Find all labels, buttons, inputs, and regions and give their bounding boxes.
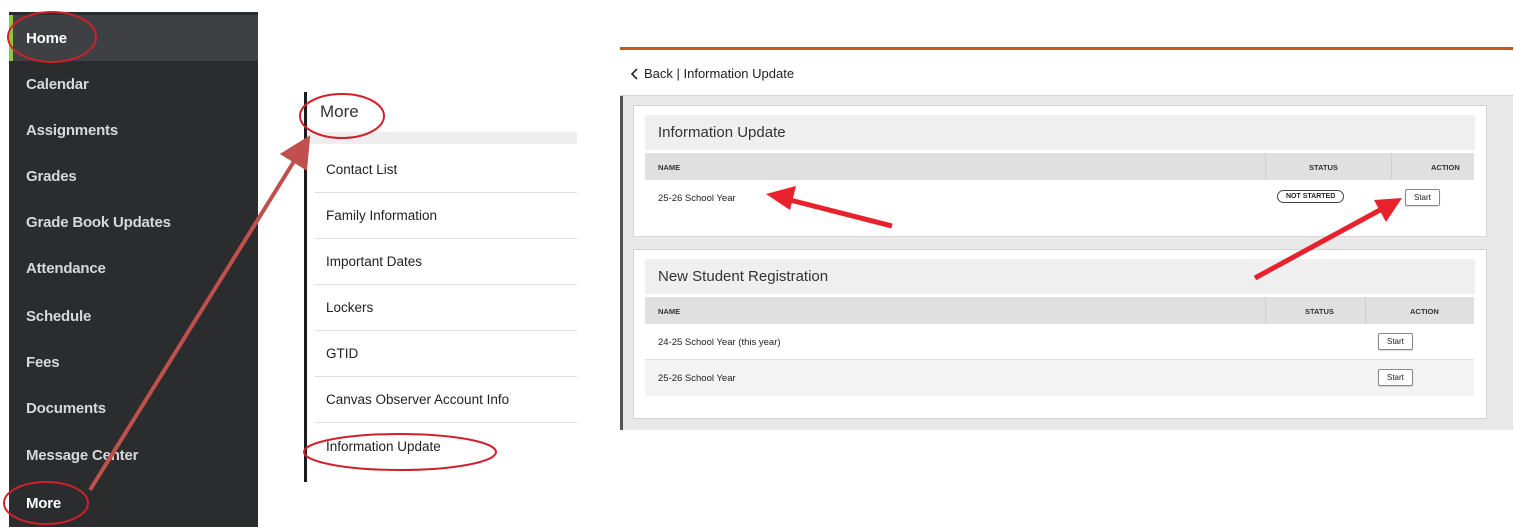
page-header: Back | Information Update bbox=[620, 50, 1513, 96]
sidebar-item-label: Attendance bbox=[26, 259, 106, 277]
sidebar-item-label: More bbox=[26, 494, 62, 512]
more-item-gtid[interactable]: GTID bbox=[315, 331, 577, 377]
column-header-status: STATUS bbox=[1309, 163, 1338, 172]
column-header-name: NAME bbox=[658, 307, 681, 316]
sidebar-item-home[interactable]: Home bbox=[9, 15, 258, 61]
sidebar-item-grade-book-updates[interactable]: Grade Book Updates bbox=[9, 199, 258, 245]
sidebar-item-calendar[interactable]: Calendar bbox=[9, 61, 258, 107]
card-title: New Student Registration bbox=[645, 259, 1475, 294]
row-name: 25-26 School Year bbox=[658, 373, 736, 384]
sidebar-item-fees[interactable]: Fees bbox=[9, 339, 258, 385]
sidebar-item-label: Fees bbox=[26, 353, 60, 371]
column-divider bbox=[1265, 153, 1266, 180]
column-header-name: NAME bbox=[658, 163, 681, 172]
more-item-canvas-observer-account-info[interactable]: Canvas Observer Account Info bbox=[315, 377, 577, 423]
column-header-action: ACTION bbox=[1410, 307, 1439, 316]
panel-edge bbox=[620, 96, 623, 430]
table-row: 25-26 School Year Start bbox=[645, 360, 1474, 396]
more-item-family-information[interactable]: Family Information bbox=[315, 193, 577, 239]
start-button[interactable]: Start bbox=[1378, 369, 1413, 386]
new-student-registration-card: New Student Registration NAME STATUS ACT… bbox=[633, 249, 1487, 419]
sidebar-item-documents[interactable]: Documents bbox=[9, 385, 258, 431]
header-strip bbox=[307, 132, 577, 144]
more-menu-panel: More Contact List Family Information Imp… bbox=[304, 92, 577, 482]
sidebar-item-label: Grades bbox=[26, 167, 77, 185]
sidebar-item-grades[interactable]: Grades bbox=[9, 153, 258, 199]
start-button[interactable]: Start bbox=[1378, 333, 1413, 350]
sidebar-item-label: Home bbox=[26, 29, 67, 47]
sidebar-item-message-center[interactable]: Message Center bbox=[9, 432, 258, 478]
row-name: 24-25 School Year (this year) bbox=[658, 337, 781, 348]
more-item-lockers[interactable]: Lockers bbox=[315, 285, 577, 331]
sidebar-item-attendance[interactable]: Attendance bbox=[9, 245, 258, 291]
table-row: 25-26 School Year NOT STARTED Start bbox=[645, 180, 1474, 216]
more-item-contact-list[interactable]: Contact List bbox=[315, 147, 577, 193]
more-menu-list: Contact List Family Information Importan… bbox=[315, 147, 577, 469]
panel-divider bbox=[304, 92, 307, 482]
column-divider bbox=[1365, 297, 1366, 324]
more-item-important-dates[interactable]: Important Dates bbox=[315, 239, 577, 285]
sidebar-item-label: Message Center bbox=[26, 446, 139, 464]
sidebar-item-more[interactable]: More bbox=[9, 480, 258, 526]
column-divider bbox=[1265, 297, 1266, 324]
column-header-action: ACTION bbox=[1431, 163, 1460, 172]
sidebar-item-label: Assignments bbox=[26, 121, 118, 139]
information-update-card: Information Update NAME STATUS ACTION 25… bbox=[633, 105, 1487, 237]
table-row: 24-25 School Year (this year) Start bbox=[645, 324, 1474, 360]
sidebar-item-assignments[interactable]: Assignments bbox=[9, 107, 258, 153]
card-title: Information Update bbox=[645, 115, 1475, 150]
table-header: NAME STATUS ACTION bbox=[645, 153, 1474, 180]
column-header-status: STATUS bbox=[1305, 307, 1334, 316]
information-update-screen: Back | Information Update Information Up… bbox=[620, 47, 1513, 430]
sidebar-item-label: Grade Book Updates bbox=[26, 213, 171, 231]
start-button[interactable]: Start bbox=[1405, 189, 1440, 206]
status-badge: NOT STARTED bbox=[1277, 190, 1345, 203]
chevron-left-icon bbox=[630, 67, 638, 80]
more-item-information-update[interactable]: Information Update bbox=[315, 423, 577, 469]
back-link-label: Back | Information Update bbox=[644, 66, 795, 81]
row-name: 25-26 School Year bbox=[658, 193, 736, 204]
sidebar: Home Calendar Assignments Grades Grade B… bbox=[9, 12, 258, 527]
sidebar-item-schedule[interactable]: Schedule bbox=[9, 293, 258, 339]
sidebar-item-label: Calendar bbox=[26, 75, 89, 93]
back-link[interactable]: Back | Information Update bbox=[630, 66, 794, 81]
sidebar-item-label: Documents bbox=[26, 399, 106, 417]
column-divider bbox=[1391, 153, 1392, 180]
sidebar-item-label: Schedule bbox=[26, 307, 92, 325]
more-menu-title: More bbox=[320, 102, 359, 121]
table-header: NAME STATUS ACTION bbox=[645, 297, 1474, 324]
